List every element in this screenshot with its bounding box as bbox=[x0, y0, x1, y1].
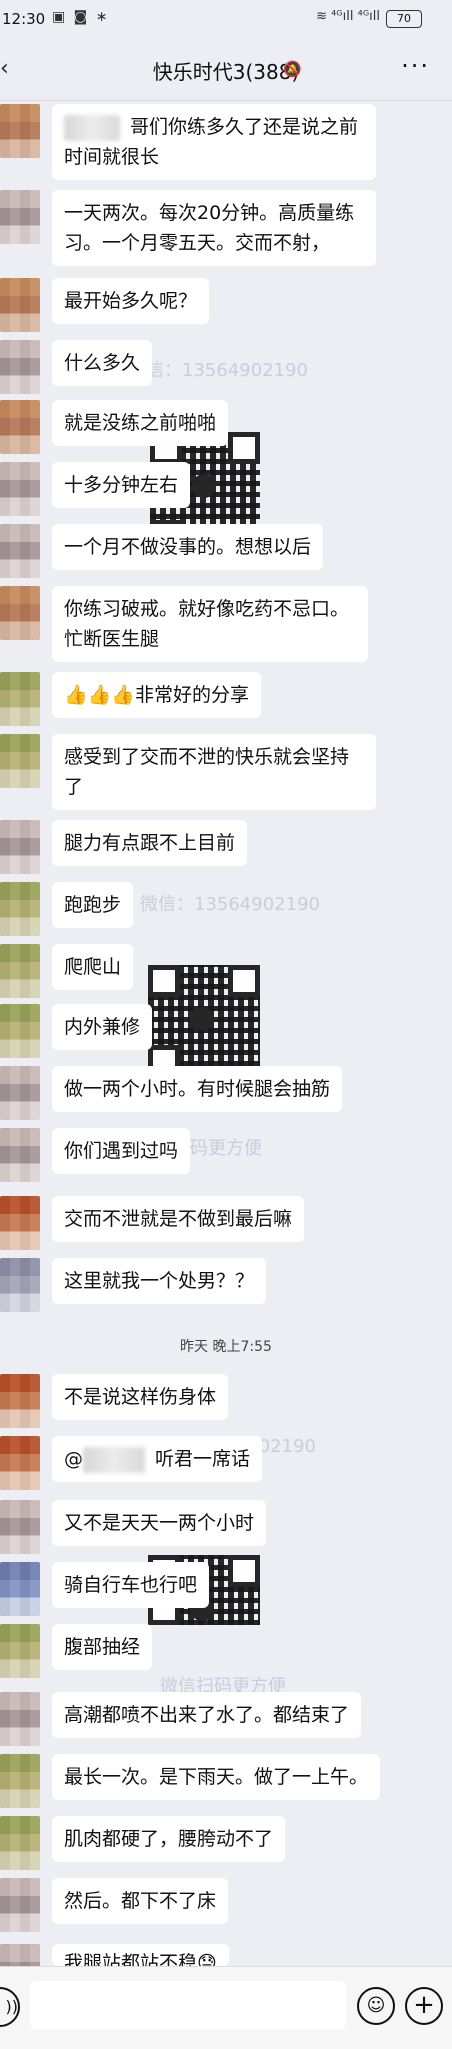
avatar[interactable] bbox=[0, 944, 40, 998]
chat-message: 骑自行车也行吧 bbox=[52, 1562, 210, 1608]
chat-message: 一天两次。每次20分钟。高质量练习。一个月零五天。交而不射， bbox=[52, 190, 376, 266]
chat-message: 爬爬山 bbox=[52, 944, 134, 990]
avatar[interactable] bbox=[0, 1258, 40, 1312]
chat-message: 十多分钟左右 bbox=[52, 462, 191, 508]
emoji-icon[interactable]: ☺ bbox=[357, 1987, 395, 2025]
avatar[interactable] bbox=[0, 672, 40, 726]
avatar[interactable] bbox=[0, 1436, 40, 1490]
chat-message: 什么多久 bbox=[52, 340, 153, 386]
chat-message: 👍👍👍非常好的分享 bbox=[52, 672, 261, 718]
avatar[interactable] bbox=[0, 1562, 40, 1616]
chat-message: 交而不泄就是不做到最后嘛 bbox=[52, 1196, 305, 1242]
avatar[interactable] bbox=[0, 1128, 40, 1182]
chat-message: 一个月不做没事的。想想以后 bbox=[52, 524, 324, 570]
avatar[interactable] bbox=[0, 278, 40, 332]
chat-message: 感受到了交而不泄的快乐就会坚持了 bbox=[52, 734, 376, 810]
avatar[interactable] bbox=[0, 1878, 40, 1932]
more-options-button[interactable]: ··· bbox=[401, 52, 430, 80]
chat-message: 最开始多久呢？ bbox=[52, 278, 210, 324]
plus-icon[interactable]: + bbox=[405, 1987, 443, 2025]
chat-message: 跑跑步 bbox=[52, 882, 134, 928]
status-time: 12:30 bbox=[2, 10, 46, 28]
avatar[interactable] bbox=[0, 400, 40, 454]
voice-icon[interactable]: )) bbox=[0, 1987, 20, 2027]
watermark-text: 码更方便 bbox=[190, 1138, 262, 1159]
chat-message: 最长一次。是下雨天。做了一上午。 bbox=[52, 1754, 381, 1800]
avatar[interactable] bbox=[0, 586, 40, 640]
avatar[interactable] bbox=[0, 734, 40, 788]
avatar[interactable] bbox=[0, 882, 40, 936]
chat-message: @ 听君一席话 bbox=[52, 1436, 263, 1482]
chat-message: 做一两个小时。有时候腿会抽筋 bbox=[52, 1066, 343, 1112]
chat-message: 腹部抽经 bbox=[52, 1624, 153, 1670]
avatar[interactable] bbox=[0, 104, 40, 158]
chat-message: 又不是天天一两个小时 bbox=[52, 1500, 267, 1546]
avatar[interactable] bbox=[0, 1066, 40, 1120]
avatar[interactable] bbox=[0, 1754, 40, 1808]
chat-message: 腿力有点跟不上目前 bbox=[52, 820, 248, 866]
chat-message: 高潮都喷不出来了水了。都结束了 bbox=[52, 1692, 362, 1738]
chat-message: 你们遇到过吗 bbox=[52, 1128, 191, 1174]
signal-icons: ≋ ⁴ᴳıll ⁴ᴳıll bbox=[316, 9, 380, 24]
avatar[interactable] bbox=[0, 1692, 40, 1746]
input-bar: )) ☺ + bbox=[0, 1966, 452, 2049]
mention-blur bbox=[64, 114, 120, 141]
chat-message: 你练习破戒。就好像吃药不忌口。忙断医生腿 bbox=[52, 586, 368, 662]
avatar[interactable] bbox=[0, 1004, 40, 1058]
mute-bell-icon: 🔕 bbox=[283, 60, 302, 78]
avatar[interactable] bbox=[0, 524, 40, 578]
chat-message: 这里就我一个处男？？ bbox=[52, 1258, 267, 1304]
chat-message: 就是没练之前啪啪 bbox=[52, 400, 229, 446]
chat-title: 快乐时代3(388) bbox=[152, 60, 300, 84]
battery-icon: 70 bbox=[386, 10, 422, 28]
avatar[interactable] bbox=[0, 1816, 40, 1870]
avatar[interactable] bbox=[0, 1374, 40, 1428]
chat-header: ‹ 快乐时代3(388) 🔕 ··· bbox=[0, 40, 452, 101]
chat-message: 内外兼修 bbox=[52, 1004, 153, 1050]
status-bar: 12:30 ▣ ◙ ∗ ≋ ⁴ᴳıll ⁴ᴳıll 70 bbox=[0, 0, 452, 40]
avatar[interactable] bbox=[0, 462, 40, 516]
chat-message: 哥们你练多久了还是说之前时间就很长 bbox=[52, 104, 376, 180]
chat-message: 不是说这样伤身体 bbox=[52, 1374, 229, 1420]
avatar[interactable] bbox=[0, 340, 40, 394]
avatar[interactable] bbox=[0, 1196, 40, 1250]
chat-message: 肌肉都硬了，腰胯动不了 bbox=[52, 1816, 286, 1862]
watermark-text: 信：13564902190 bbox=[146, 360, 308, 381]
avatar[interactable] bbox=[0, 1624, 40, 1678]
time-divider: 昨天 晚上7:55 bbox=[180, 1339, 272, 1355]
qr-code-watermark bbox=[148, 965, 260, 1077]
avatar[interactable] bbox=[0, 1500, 40, 1554]
watermark-text: 微信：13564902190 bbox=[140, 894, 320, 915]
chat-message: 我腿站都站不稳😓 bbox=[52, 1944, 229, 1966]
avatar[interactable] bbox=[0, 820, 40, 874]
message-input[interactable] bbox=[30, 1981, 346, 2029]
status-left-icons: ▣ ◙ ∗ bbox=[52, 9, 110, 25]
mention-blur bbox=[83, 1446, 145, 1473]
chat-message: 然后。都下不了床 bbox=[52, 1878, 229, 1924]
avatar[interactable] bbox=[0, 190, 40, 244]
